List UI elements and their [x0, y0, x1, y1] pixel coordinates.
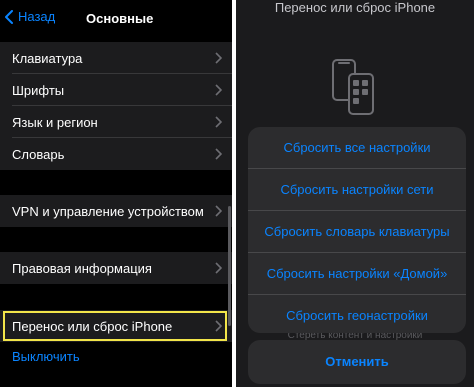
chevron-right-icon [215, 148, 222, 160]
reset-home-screen-button[interactable]: Сбросить настройки «Домой» [248, 253, 466, 294]
reset-location-privacy-button[interactable]: Сбросить геонастройки [248, 295, 466, 333]
highlight-frame [3, 311, 227, 341]
settings-group-keyboard: Клавиатура Шрифты Язык и регион Словарь [0, 42, 232, 170]
settings-row-dictionary[interactable]: Словарь [0, 138, 232, 170]
reset-action-sheet: Сбросить все настройки Сбросить настройк… [248, 127, 466, 333]
chevron-left-icon [5, 9, 13, 24]
settings-group-legal: Правовая информация [0, 252, 232, 284]
settings-general-screen: Назад Основные Клавиатура Шрифты Язык и … [0, 0, 232, 387]
chevron-right-icon [215, 262, 222, 274]
page-title: Перенос или сброс iPhone [274, 0, 436, 15]
reset-network-settings-button[interactable]: Сбросить настройки сети [248, 169, 466, 210]
row-label: Клавиатура [12, 50, 83, 66]
chevron-right-icon [215, 116, 222, 128]
nav-bar: Назад Основные [0, 0, 232, 38]
settings-row-fonts[interactable]: Шрифты [0, 74, 232, 106]
phones-icon [332, 59, 374, 115]
row-label: Правовая информация [12, 260, 152, 276]
row-label: Шрифты [12, 82, 65, 98]
chevron-right-icon [215, 52, 222, 64]
scrollbar[interactable] [228, 206, 231, 326]
settings-row-vpn[interactable]: VPN и управление устройством [0, 195, 232, 227]
chevron-right-icon [215, 84, 222, 96]
chevron-right-icon [215, 205, 222, 217]
row-label: Словарь [12, 146, 65, 162]
settings-row-language-region[interactable]: Язык и регион [0, 106, 232, 138]
shutdown-link[interactable]: Выключить [12, 349, 80, 364]
page-title: Основные [86, 11, 154, 26]
settings-group-vpn: VPN и управление устройством [0, 195, 232, 227]
settings-row-keyboard[interactable]: Клавиатура [0, 42, 232, 74]
settings-row-legal[interactable]: Правовая информация [0, 252, 232, 284]
row-label: Язык и регион [12, 114, 98, 130]
row-label: VPN и управление устройством [12, 203, 204, 219]
transfer-reset-screen: Перенос или сброс iPhone Стереть контент… [236, 0, 474, 387]
back-button[interactable]: Назад [5, 9, 55, 24]
reset-all-settings-button[interactable]: Сбросить все настройки [248, 127, 466, 168]
cancel-button[interactable]: Отменить [248, 340, 466, 384]
reset-keyboard-dictionary-button[interactable]: Сбросить словарь клавиатуры [248, 211, 466, 252]
back-label: Назад [18, 9, 56, 24]
